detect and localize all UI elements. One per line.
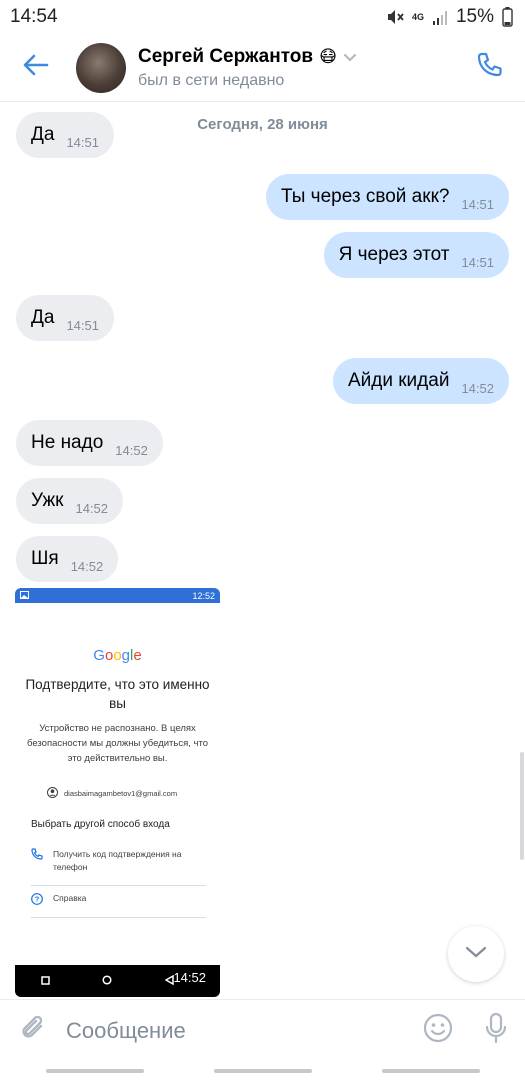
network-label: 4G <box>411 11 424 22</box>
system-nav-bar <box>0 1061 525 1080</box>
message-text: Да <box>31 307 55 328</box>
arrow-left-icon <box>23 54 49 81</box>
phone-call-icon <box>31 848 43 864</box>
message-time: 14:51 <box>66 317 99 333</box>
status-icons: 4G 15% <box>386 6 513 28</box>
message-text: Не надо <box>31 432 104 453</box>
nav-pill-right[interactable] <box>381 1068 480 1073</box>
message-time: 14:52 <box>461 380 494 396</box>
logo-letter: o <box>113 647 122 664</box>
option-phone-code-label: Получить код подтверждения на телефон <box>53 849 182 872</box>
help-icon: ? <box>31 893 43 909</box>
message-bubble[interactable]: Да 14:51 <box>16 295 114 341</box>
triangle-back-icon <box>164 972 174 990</box>
option-phone-code: Получить код подтверждения на телефон <box>31 848 206 874</box>
logo-letter: G <box>93 647 105 664</box>
message-text: Айди кидай <box>347 370 450 391</box>
message-time: 14:52 <box>115 442 148 458</box>
status-bar: 14:54 4G 15% <box>0 0 525 34</box>
attachment-status-bar: 12:52 <box>15 588 220 603</box>
message-time: 14:51 <box>66 134 99 150</box>
message-text: Я через этот <box>338 244 450 265</box>
battery-icon <box>502 7 513 27</box>
chevron-down-icon <box>465 945 487 964</box>
message-bubble[interactable]: Я через этот 14:51 <box>323 232 509 278</box>
attachment-time: 14:52 <box>173 970 206 985</box>
google-logo: Google <box>15 647 220 664</box>
back-button[interactable] <box>0 34 72 102</box>
option-help: ? Справка <box>31 893 206 909</box>
circle-icon <box>102 972 113 990</box>
message-text: Шя <box>31 548 59 569</box>
logo-letter: g <box>121 647 130 664</box>
nav-pill-left[interactable] <box>45 1068 144 1073</box>
message-bubble[interactable]: Шя 14:52 <box>16 536 119 582</box>
message-bubble[interactable]: Не надо 14:52 <box>16 420 163 466</box>
option-divider <box>31 885 206 886</box>
account-email: diasbaimagambetov1@gmail.com <box>64 789 178 798</box>
message-bubble[interactable]: Да 14:51 <box>16 112 114 158</box>
chevron-down-icon <box>343 46 357 68</box>
svg-text:?: ? <box>35 895 40 904</box>
contact-status: был в сети недавно <box>138 71 285 89</box>
emoji-button[interactable] <box>409 1000 467 1062</box>
message-input[interactable] <box>66 1017 409 1044</box>
message-bubble[interactable]: Ты через свой акк? 14:51 <box>265 174 509 220</box>
verify-description: Устройство не распознано. В целях безопа… <box>27 723 208 764</box>
account-circle-icon <box>47 787 58 800</box>
contact-emoji: 😷 <box>319 46 337 66</box>
chat-header: Сергей Сержантов 😷 был в сети недавно <box>0 34 525 102</box>
contact-name: Сергей Сержантов <box>138 45 314 67</box>
message-text: Ты через свой акк? <box>280 186 450 207</box>
scroll-down-button[interactable] <box>448 926 504 982</box>
signal-icon <box>432 10 448 25</box>
square-icon <box>41 972 50 990</box>
message-text: Да <box>31 124 55 145</box>
attachment-status-time: 12:52 <box>192 590 215 601</box>
message-time: 14:51 <box>461 196 494 212</box>
battery-percent: 15% <box>455 6 494 27</box>
call-button[interactable] <box>453 34 525 102</box>
message-time: 14:52 <box>75 500 109 516</box>
voice-button[interactable] <box>467 1000 525 1062</box>
scrollbar[interactable] <box>520 752 524 860</box>
logo-letter: e <box>133 647 142 664</box>
message-text: Ужк <box>31 490 64 511</box>
option-divider <box>31 917 206 918</box>
google-verify-screen: Google Подтвердите, что это именно вы Ус… <box>15 603 220 979</box>
attach-button[interactable] <box>0 1000 66 1062</box>
message-bubble[interactable]: Айди кидай 14:52 <box>332 358 509 404</box>
phone-icon <box>475 51 503 84</box>
message-composer <box>0 999 525 1061</box>
other-method-heading: Выбрать другой способ входа <box>31 819 170 830</box>
mute-icon <box>386 9 404 25</box>
account-row: diasbaimagambetov1@gmail.com <box>47 787 177 800</box>
smile-icon <box>423 1013 453 1048</box>
avatar[interactable] <box>76 42 126 93</box>
contact-info[interactable]: Сергей Сержантов 😷 был в сети недавно <box>138 46 453 90</box>
image-attachment[interactable]: 12:52 Google Подтвердите, что это именно… <box>15 588 220 997</box>
microphone-icon <box>484 1012 508 1049</box>
message-time: 14:52 <box>70 558 104 574</box>
option-help-label: Справка <box>53 893 87 903</box>
nav-pill-center[interactable] <box>213 1068 312 1073</box>
message-bubble[interactable]: Ужк 14:52 <box>16 478 124 524</box>
contact-name-row: Сергей Сержантов 😷 <box>138 46 453 68</box>
status-time: 14:54 <box>10 6 58 27</box>
paperclip-icon <box>19 1013 47 1048</box>
message-time: 14:51 <box>461 254 494 270</box>
image-icon <box>20 590 29 601</box>
verify-title: Подтвердите, что это именно вы <box>25 677 210 711</box>
